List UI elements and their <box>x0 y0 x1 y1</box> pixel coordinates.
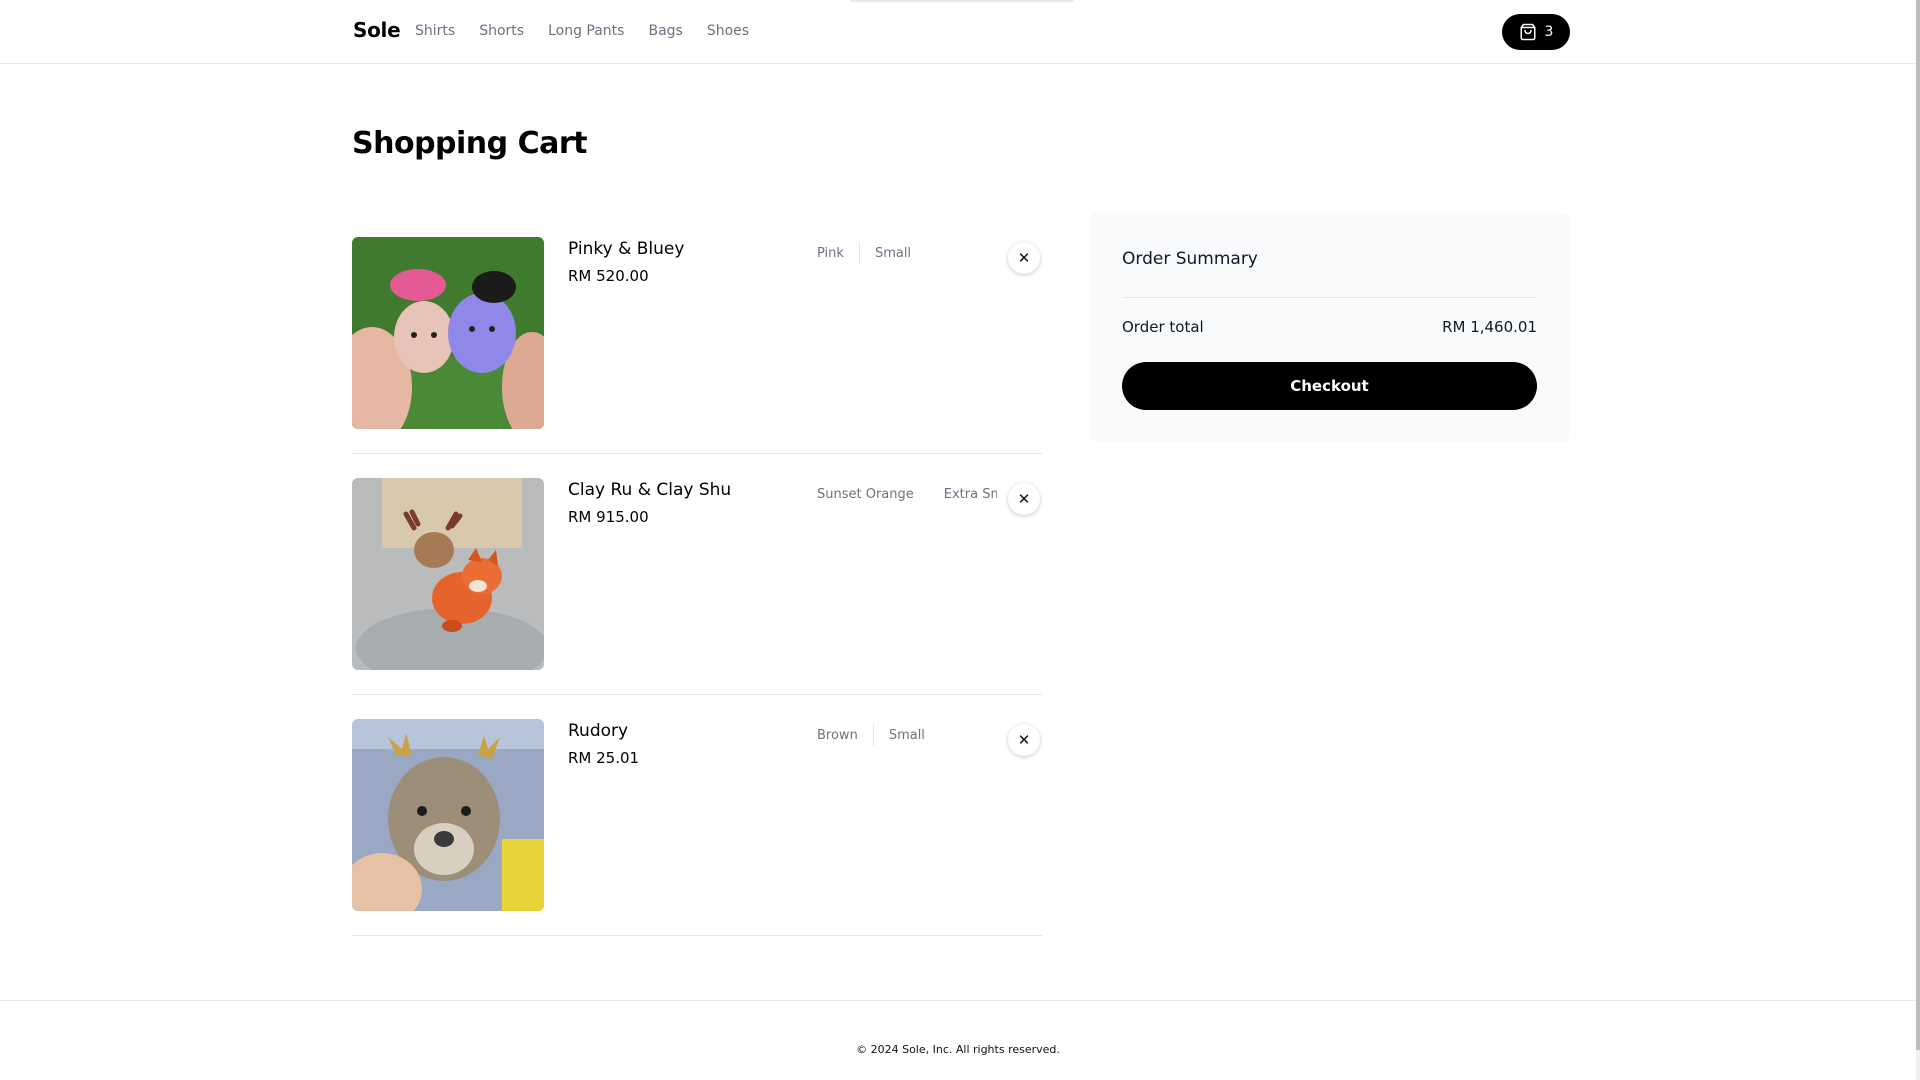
product-price: RM 915.00 <box>568 508 649 526</box>
product-attributes: Pink Small <box>817 242 997 264</box>
cart-count: 3 <box>1544 24 1554 40</box>
cart-item: Rudory RM 25.01 Brown Small ✕ <box>352 695 1042 936</box>
product-image[interactable] <box>352 237 544 429</box>
nav-link-shirts[interactable]: Shirts <box>415 23 455 39</box>
remove-item-button[interactable]: ✕ <box>1008 483 1040 515</box>
divider <box>872 724 874 746</box>
summary-divider <box>1122 297 1537 298</box>
cart-item: Clay Ru & Clay Shu RM 915.00 Sunset Oran… <box>352 454 1042 695</box>
remove-item-button[interactable]: ✕ <box>1008 724 1040 756</box>
order-summary: Order Summary Order total RM 1,460.01 Ch… <box>1090 213 1569 442</box>
order-summary-title: Order Summary <box>1122 249 1258 269</box>
product-size: Extra Small <box>943 486 997 502</box>
divider <box>858 242 860 264</box>
close-icon: ✕ <box>1017 732 1031 749</box>
product-attributes: Brown Small <box>817 724 997 746</box>
page-title: Shopping Cart <box>352 126 587 161</box>
close-icon: ✕ <box>1017 250 1031 267</box>
top-highlight <box>850 0 1074 2</box>
nav-link-shoes[interactable]: Shoes <box>707 23 749 39</box>
main-nav: Shirts Shorts Long Pants Bags Shoes <box>415 23 773 39</box>
product-name[interactable]: Clay Ru & Clay Shu <box>568 480 731 500</box>
nav-link-long-pants[interactable]: Long Pants <box>548 23 624 39</box>
product-image[interactable] <box>352 478 544 670</box>
product-name[interactable]: Rudory <box>568 721 628 741</box>
brand-logo[interactable]: Sole <box>353 18 401 42</box>
nav-link-bags[interactable]: Bags <box>648 23 682 39</box>
product-attributes: Sunset Orange Extra Small <box>817 483 997 505</box>
product-name[interactable]: Pinky & Bluey <box>568 239 684 259</box>
site-footer: © 2024 Sole, Inc. All rights reserved. <box>0 1000 1916 1080</box>
close-icon: ✕ <box>1017 491 1031 508</box>
nav-link-shorts[interactable]: Shorts <box>479 23 524 39</box>
cart-item: Pinky & Bluey RM 520.00 Pink Small ✕ <box>352 213 1042 454</box>
product-price: RM 520.00 <box>568 267 649 285</box>
product-price: RM 25.01 <box>568 749 640 767</box>
site-header: Sole Shirts Shorts Long Pants Bags Shoes… <box>0 0 1916 64</box>
shopping-bag-icon <box>1520 23 1536 41</box>
product-color: Pink <box>817 245 844 261</box>
product-size: Small <box>874 245 912 261</box>
scrollbar-thumb[interactable] <box>1916 0 1920 1050</box>
checkout-button[interactable]: Checkout <box>1122 362 1537 410</box>
product-image[interactable] <box>352 719 544 911</box>
product-color: Brown <box>817 727 858 743</box>
cart-button[interactable]: 3 <box>1502 14 1570 50</box>
copyright-text: © 2024 Sole, Inc. All rights reserved. <box>856 1043 1060 1056</box>
product-color: Sunset Orange <box>817 486 914 502</box>
order-total-label: Order total <box>1122 318 1204 336</box>
order-total-value: RM 1,460.01 <box>1442 318 1537 336</box>
remove-item-button[interactable]: ✕ <box>1008 242 1040 274</box>
cart-item-list: Pinky & Bluey RM 520.00 Pink Small ✕ Cla… <box>352 213 1042 936</box>
product-size: Small <box>888 727 925 743</box>
